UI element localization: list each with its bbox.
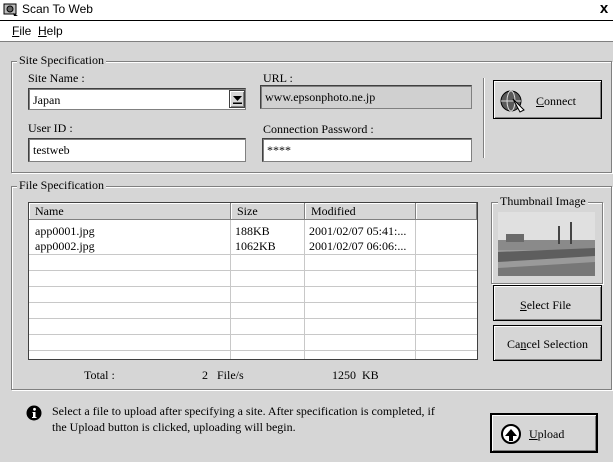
grid-hline	[29, 270, 477, 271]
file-modified-cell: 2001/02/07 06:06:...	[309, 239, 407, 253]
site-name-select[interactable]: Japan	[28, 88, 246, 110]
connect-icon	[500, 90, 525, 113]
grid-hline	[29, 318, 477, 319]
upload-button[interactable]: Upload	[490, 413, 598, 453]
connect-label-rest: onnect	[544, 94, 577, 108]
info-text-line1: Select a file to upload after specifying…	[52, 404, 435, 418]
grid-hline	[29, 350, 477, 351]
scan-to-web-window: Scan To Web x File Help Site Specificati…	[0, 0, 613, 462]
upload-label: Upload	[529, 427, 564, 442]
menu-file-rest: ile	[19, 24, 32, 38]
window-title: Scan To Web	[22, 2, 93, 16]
user-id-value: testweb	[33, 143, 70, 157]
total-count: 2	[202, 368, 208, 382]
password-label: Connection Password :	[263, 122, 374, 136]
file-size-cell: 188KB	[235, 224, 270, 238]
thumbnail-image	[498, 212, 595, 276]
file-name-cell: app0002.jpg	[35, 239, 95, 253]
total-size-unit: KB	[362, 368, 379, 382]
site-name-value: Japan	[33, 93, 61, 107]
file-list[interactable]: Name Size Modified app0001.jpg 188KB 200…	[28, 202, 478, 360]
cancel-selection-button[interactable]: Cancel Selection	[493, 325, 602, 361]
grid-hline	[29, 334, 477, 335]
url-field: www.epsonphoto.ne.jp	[260, 85, 472, 109]
close-button[interactable]: x	[596, 1, 612, 17]
menu-help-accel: H	[38, 24, 47, 38]
total-count-unit: File/s	[217, 368, 244, 382]
column-header-name[interactable]: Name	[29, 203, 231, 220]
upload-rest: pload	[537, 427, 565, 441]
column-header-empty	[416, 203, 477, 220]
file-modified-cell: 2001/02/07 05:41:...	[309, 224, 407, 238]
table-row[interactable]: app0001.jpg 188KB 2001/02/07 05:41:...	[29, 224, 477, 239]
dropdown-arrow-icon	[233, 96, 242, 104]
thumbnail-legend: Thumbnail Image	[498, 194, 588, 209]
password-value: ****	[267, 143, 291, 157]
menu-help-rest: elp	[46, 24, 63, 38]
upload-accel: U	[529, 427, 538, 441]
grid-hline	[29, 302, 477, 303]
total-label: Total :	[84, 368, 115, 382]
grid-hline	[29, 286, 477, 287]
cancel-selection-pre: Ca	[507, 337, 521, 351]
select-file-accel: S	[520, 298, 527, 312]
file-specification-legend: File Specification	[17, 178, 106, 193]
site-name-dropdown-button[interactable]	[229, 90, 245, 108]
select-file-label: Select File	[520, 298, 571, 313]
connect-button[interactable]: Connect	[493, 80, 602, 119]
menu-bar: File Help	[0, 21, 613, 42]
site-specification-legend: Site Specification	[17, 53, 106, 68]
url-label: URL :	[263, 71, 293, 85]
grid-hline	[29, 254, 477, 255]
url-value: www.epsonphoto.ne.jp	[265, 90, 376, 104]
file-name-cell: app0001.jpg	[35, 224, 95, 238]
connect-label-accel: C	[536, 94, 545, 108]
table-row[interactable]: app0002.jpg 1062KB 2001/02/07 06:06:...	[29, 239, 477, 254]
select-file-button[interactable]: Select File	[493, 285, 602, 321]
column-header-size[interactable]: Size	[231, 203, 305, 220]
app-icon	[3, 3, 18, 16]
title-bar: Scan To Web x	[0, 0, 613, 21]
connect-label: Connect	[536, 94, 576, 109]
site-separator	[483, 78, 485, 158]
upload-icon	[501, 424, 521, 444]
menu-file[interactable]: File	[12, 24, 31, 38]
user-id-label: User ID :	[28, 121, 73, 135]
cancel-selection-label: Cancel Selection	[507, 337, 588, 352]
total-size: 1250	[332, 368, 356, 382]
cancel-selection-rest: cel Selection	[526, 337, 588, 351]
column-header-modified[interactable]: Modified	[305, 203, 416, 220]
file-size-cell: 1062KB	[235, 239, 276, 253]
info-icon	[26, 405, 42, 421]
user-id-input[interactable]: testweb	[28, 138, 246, 162]
info-text-line2: the Upload button is clicked, uploading …	[52, 420, 296, 434]
menu-help[interactable]: Help	[38, 24, 63, 38]
select-file-rest: elect File	[526, 298, 572, 312]
password-input[interactable]: ****	[262, 138, 472, 162]
site-name-label: Site Name :	[28, 71, 85, 85]
